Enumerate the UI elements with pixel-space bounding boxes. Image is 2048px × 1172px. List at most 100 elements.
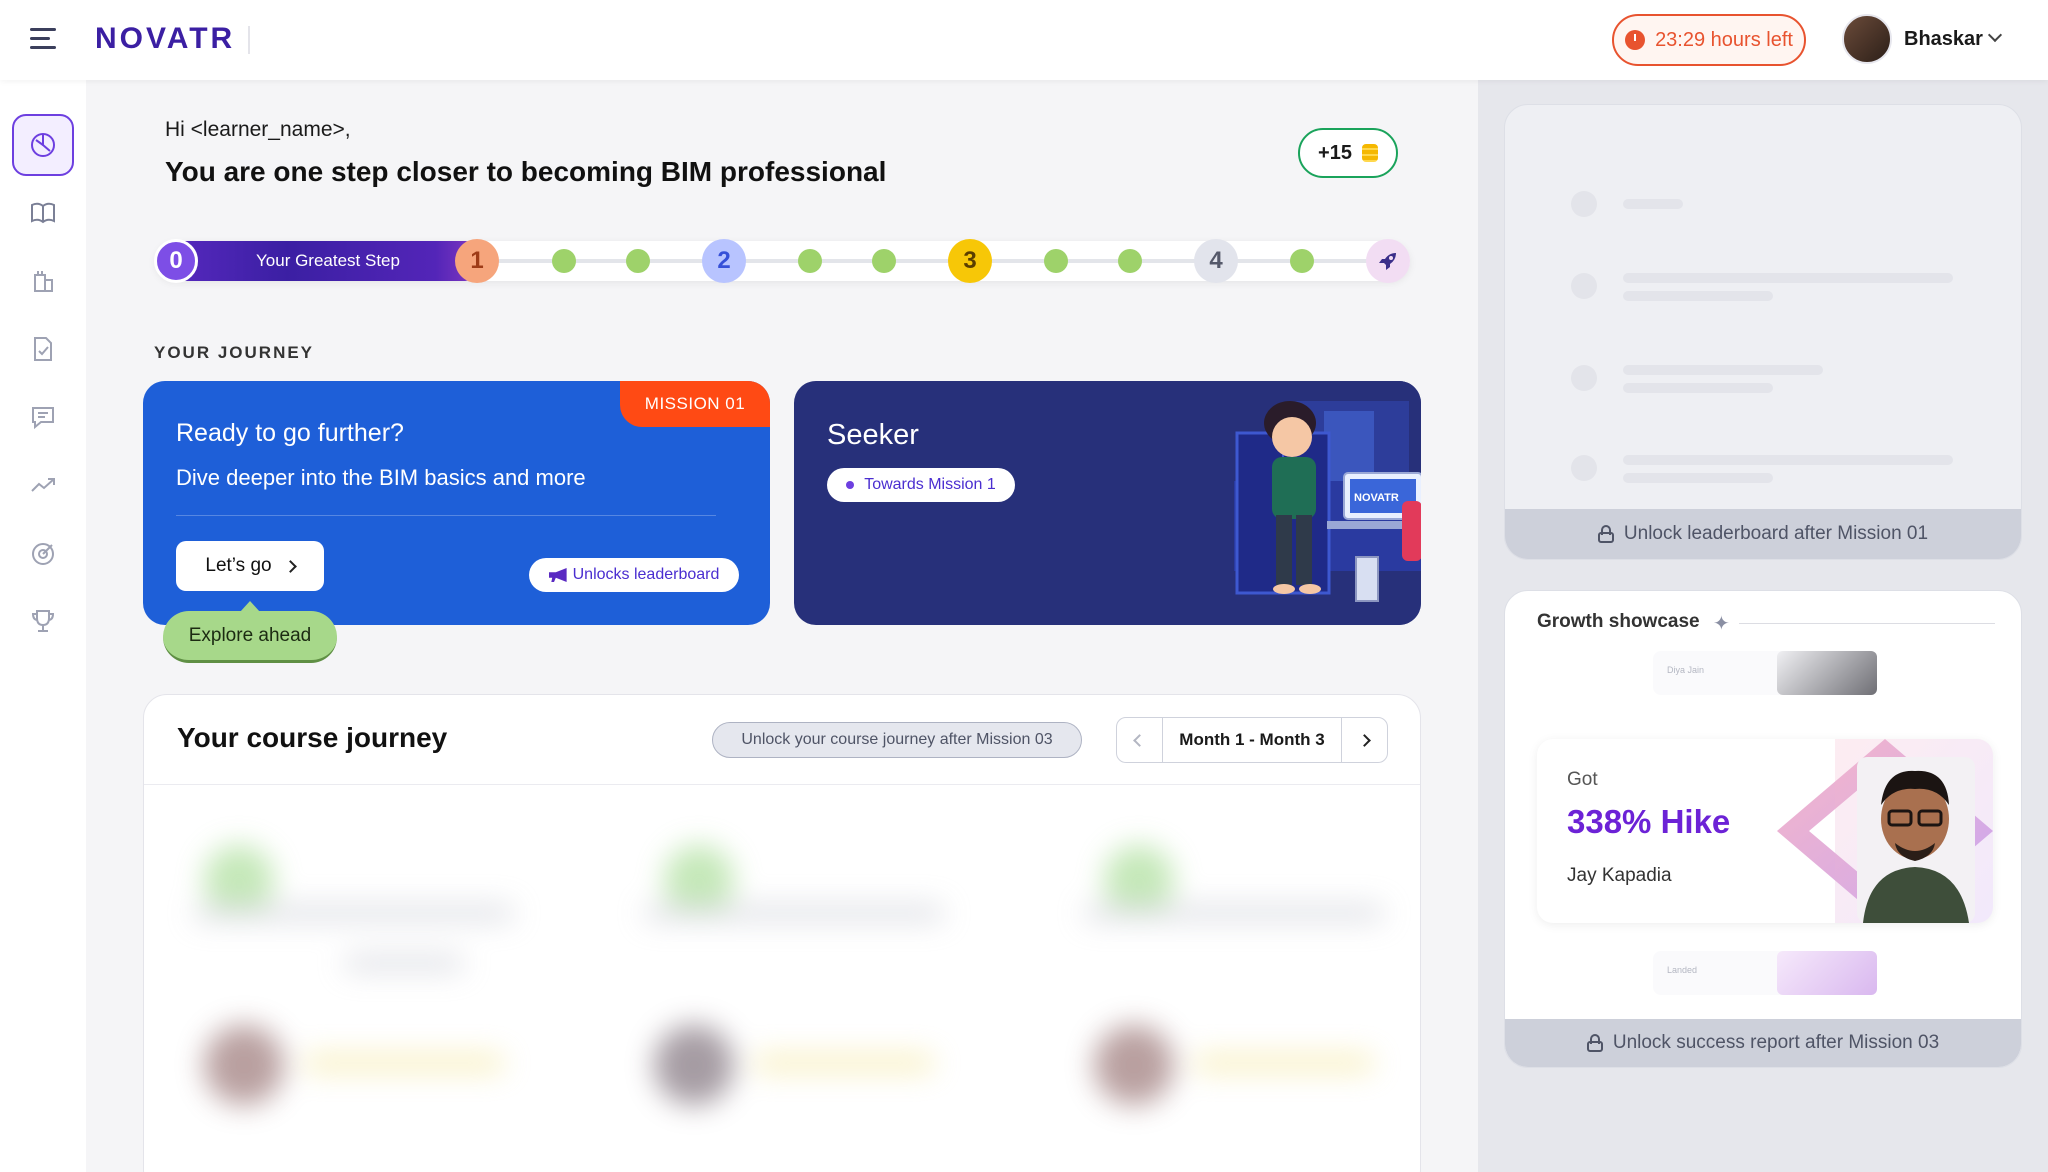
lets-go-label: Let’s go (205, 555, 272, 576)
towards-mission-label: Towards Mission 1 (864, 476, 996, 493)
trophy-icon (31, 610, 55, 632)
seeker-illustration: NOVATR (1094, 381, 1421, 625)
month-navigator: Month 1 - Month 3 (1116, 717, 1388, 763)
month-range: Month 1 - Month 3 (1162, 718, 1342, 762)
timer-badge: 23:29 hours left (1612, 14, 1806, 66)
divider (1739, 623, 1995, 624)
username[interactable]: Bhaskar (1904, 28, 1983, 51)
sidebar-item-assignments[interactable] (12, 318, 74, 380)
progress-label: Your Greatest Step (256, 251, 400, 270)
lets-go-button[interactable]: Let’s go (176, 541, 324, 591)
bullet-icon (846, 481, 855, 489)
blurred-course-column (1084, 825, 1420, 1145)
milestone-dot (1044, 249, 1068, 273)
mission-badge: MISSION 01 (620, 381, 770, 427)
explore-ahead-button[interactable]: Explore ahead (163, 611, 337, 663)
lock-icon (1597, 525, 1614, 543)
book-icon (31, 202, 55, 224)
chevron-down-icon[interactable] (1987, 27, 2003, 43)
prev-month-button[interactable] (1117, 718, 1162, 762)
avatar[interactable] (1842, 14, 1892, 64)
showcase-preview-card: Landed (1653, 951, 1877, 995)
megaphone-icon (548, 568, 567, 582)
unlocks-label: Unlocks leaderboard (572, 566, 720, 583)
divider (144, 784, 1420, 785)
sidebar-item-projects[interactable] (12, 250, 74, 312)
milestone-3[interactable]: 3 (948, 239, 992, 283)
chevron-right-icon (1358, 733, 1371, 747)
chevron-left-icon (1133, 733, 1146, 747)
sidebar-item-goals[interactable] (12, 522, 74, 584)
coins-count: +15 (1318, 141, 1352, 164)
sidebar (0, 80, 86, 1172)
mission-title: Ready to go further? (176, 419, 404, 447)
success-report-lock-text: Unlock success report after Mission 03 (1612, 1032, 1940, 1053)
course-journey-card: Your course journey Unlock your course j… (143, 694, 1421, 1172)
rocket-icon (1379, 253, 1396, 270)
mission-subtitle: Dive deeper into the BIM basics and more (176, 465, 586, 490)
next-month-button[interactable] (1342, 718, 1387, 762)
milestone-final[interactable] (1366, 239, 1410, 283)
progress-line (470, 259, 1380, 263)
document-check-icon (34, 337, 52, 361)
coin-stack-icon (1361, 144, 1378, 162)
top-bar: NOVATR 23:29 hours left Bhaskar (0, 0, 2048, 80)
menu-icon[interactable] (30, 28, 56, 50)
sidebar-item-progress[interactable] (12, 454, 74, 516)
divider (248, 26, 250, 54)
growth-showcase-title: Growth showcase (1537, 611, 1700, 632)
timer-text: 23:29 hours left (1655, 28, 1793, 51)
course-journey-title: Your course journey (177, 722, 448, 753)
target-icon (32, 543, 54, 565)
success-report-lock-banner: Unlock success report after Mission 03 (1505, 1019, 2021, 1067)
blurred-course-column (644, 825, 1004, 1145)
divider (176, 515, 716, 516)
unlocks-badge: Unlocks leaderboard (529, 558, 739, 592)
chat-icon (32, 407, 54, 430)
hike-value: 338% Hike (1567, 803, 1731, 840)
coins-badge[interactable]: +15 (1298, 128, 1398, 178)
milestone-dot (1118, 249, 1142, 273)
sidebar-item-dashboard[interactable] (12, 114, 74, 176)
learner-name: Jay Kapadia (1567, 865, 1672, 886)
blurred-course-column (194, 825, 554, 1145)
leaderboard-lock-banner: Unlock leaderboard after Mission 01 (1505, 509, 2021, 559)
sidebar-item-courses[interactable] (12, 182, 74, 244)
sparkle-icon: ✦ (1713, 613, 1730, 635)
leaderboard-card: Unlock leaderboard after Mission 01 (1504, 104, 2022, 560)
milestone-0[interactable]: 0 (154, 239, 198, 283)
hike-label: Got (1567, 769, 1598, 790)
milestone-dot (552, 249, 576, 273)
milestone-dot (626, 249, 650, 273)
chevron-right-icon (283, 559, 297, 573)
showcase-photo (1777, 951, 1877, 995)
milestone-dot (872, 249, 896, 273)
sidebar-item-messages[interactable] (12, 386, 74, 448)
milestone-4[interactable]: 4 (1194, 239, 1238, 283)
stopwatch-icon (1625, 30, 1646, 50)
seeker-title: Seeker (827, 419, 919, 451)
lock-icon (1586, 1034, 1603, 1052)
trend-icon (31, 478, 55, 492)
showcase-preview-card: Diya Jain (1653, 651, 1877, 695)
monitor-logo: NOVATR (1354, 492, 1399, 504)
mission-card: MISSION 01 Ready to go further? Dive dee… (143, 381, 770, 625)
showcase-preview-name: Diya Jain (1667, 665, 1705, 675)
course-journey-lock-badge: Unlock your course journey after Mission… (712, 722, 1082, 758)
sidebar-item-achievements[interactable] (12, 590, 74, 652)
seeker-card[interactable]: Seeker Towards Mission 1 NOVATR (794, 381, 1421, 625)
leaderboard-lock-text: Unlock leaderboard after Mission 01 (1623, 523, 1929, 544)
milestone-dot (798, 249, 822, 273)
towards-mission-badge: Towards Mission 1 (827, 468, 1015, 502)
milestone-2[interactable]: 2 (702, 239, 746, 283)
building-icon (34, 271, 53, 292)
growth-showcase-card: Growth showcase ✦ Diya Jain Got 338% Hik… (1504, 590, 2022, 1068)
greeting: Hi <learner_name>, (165, 118, 351, 141)
logo[interactable]: NOVATR (95, 22, 235, 56)
showcase-photo (1777, 651, 1877, 695)
milestone-dot (1290, 249, 1314, 273)
page-title: You are one step closer to becoming BIM … (165, 156, 887, 187)
learner-photo (1777, 739, 1993, 923)
milestone-1[interactable]: 1 (455, 239, 499, 283)
success-story-card[interactable]: Got 338% Hike Jay Kapadia (1537, 739, 1993, 923)
